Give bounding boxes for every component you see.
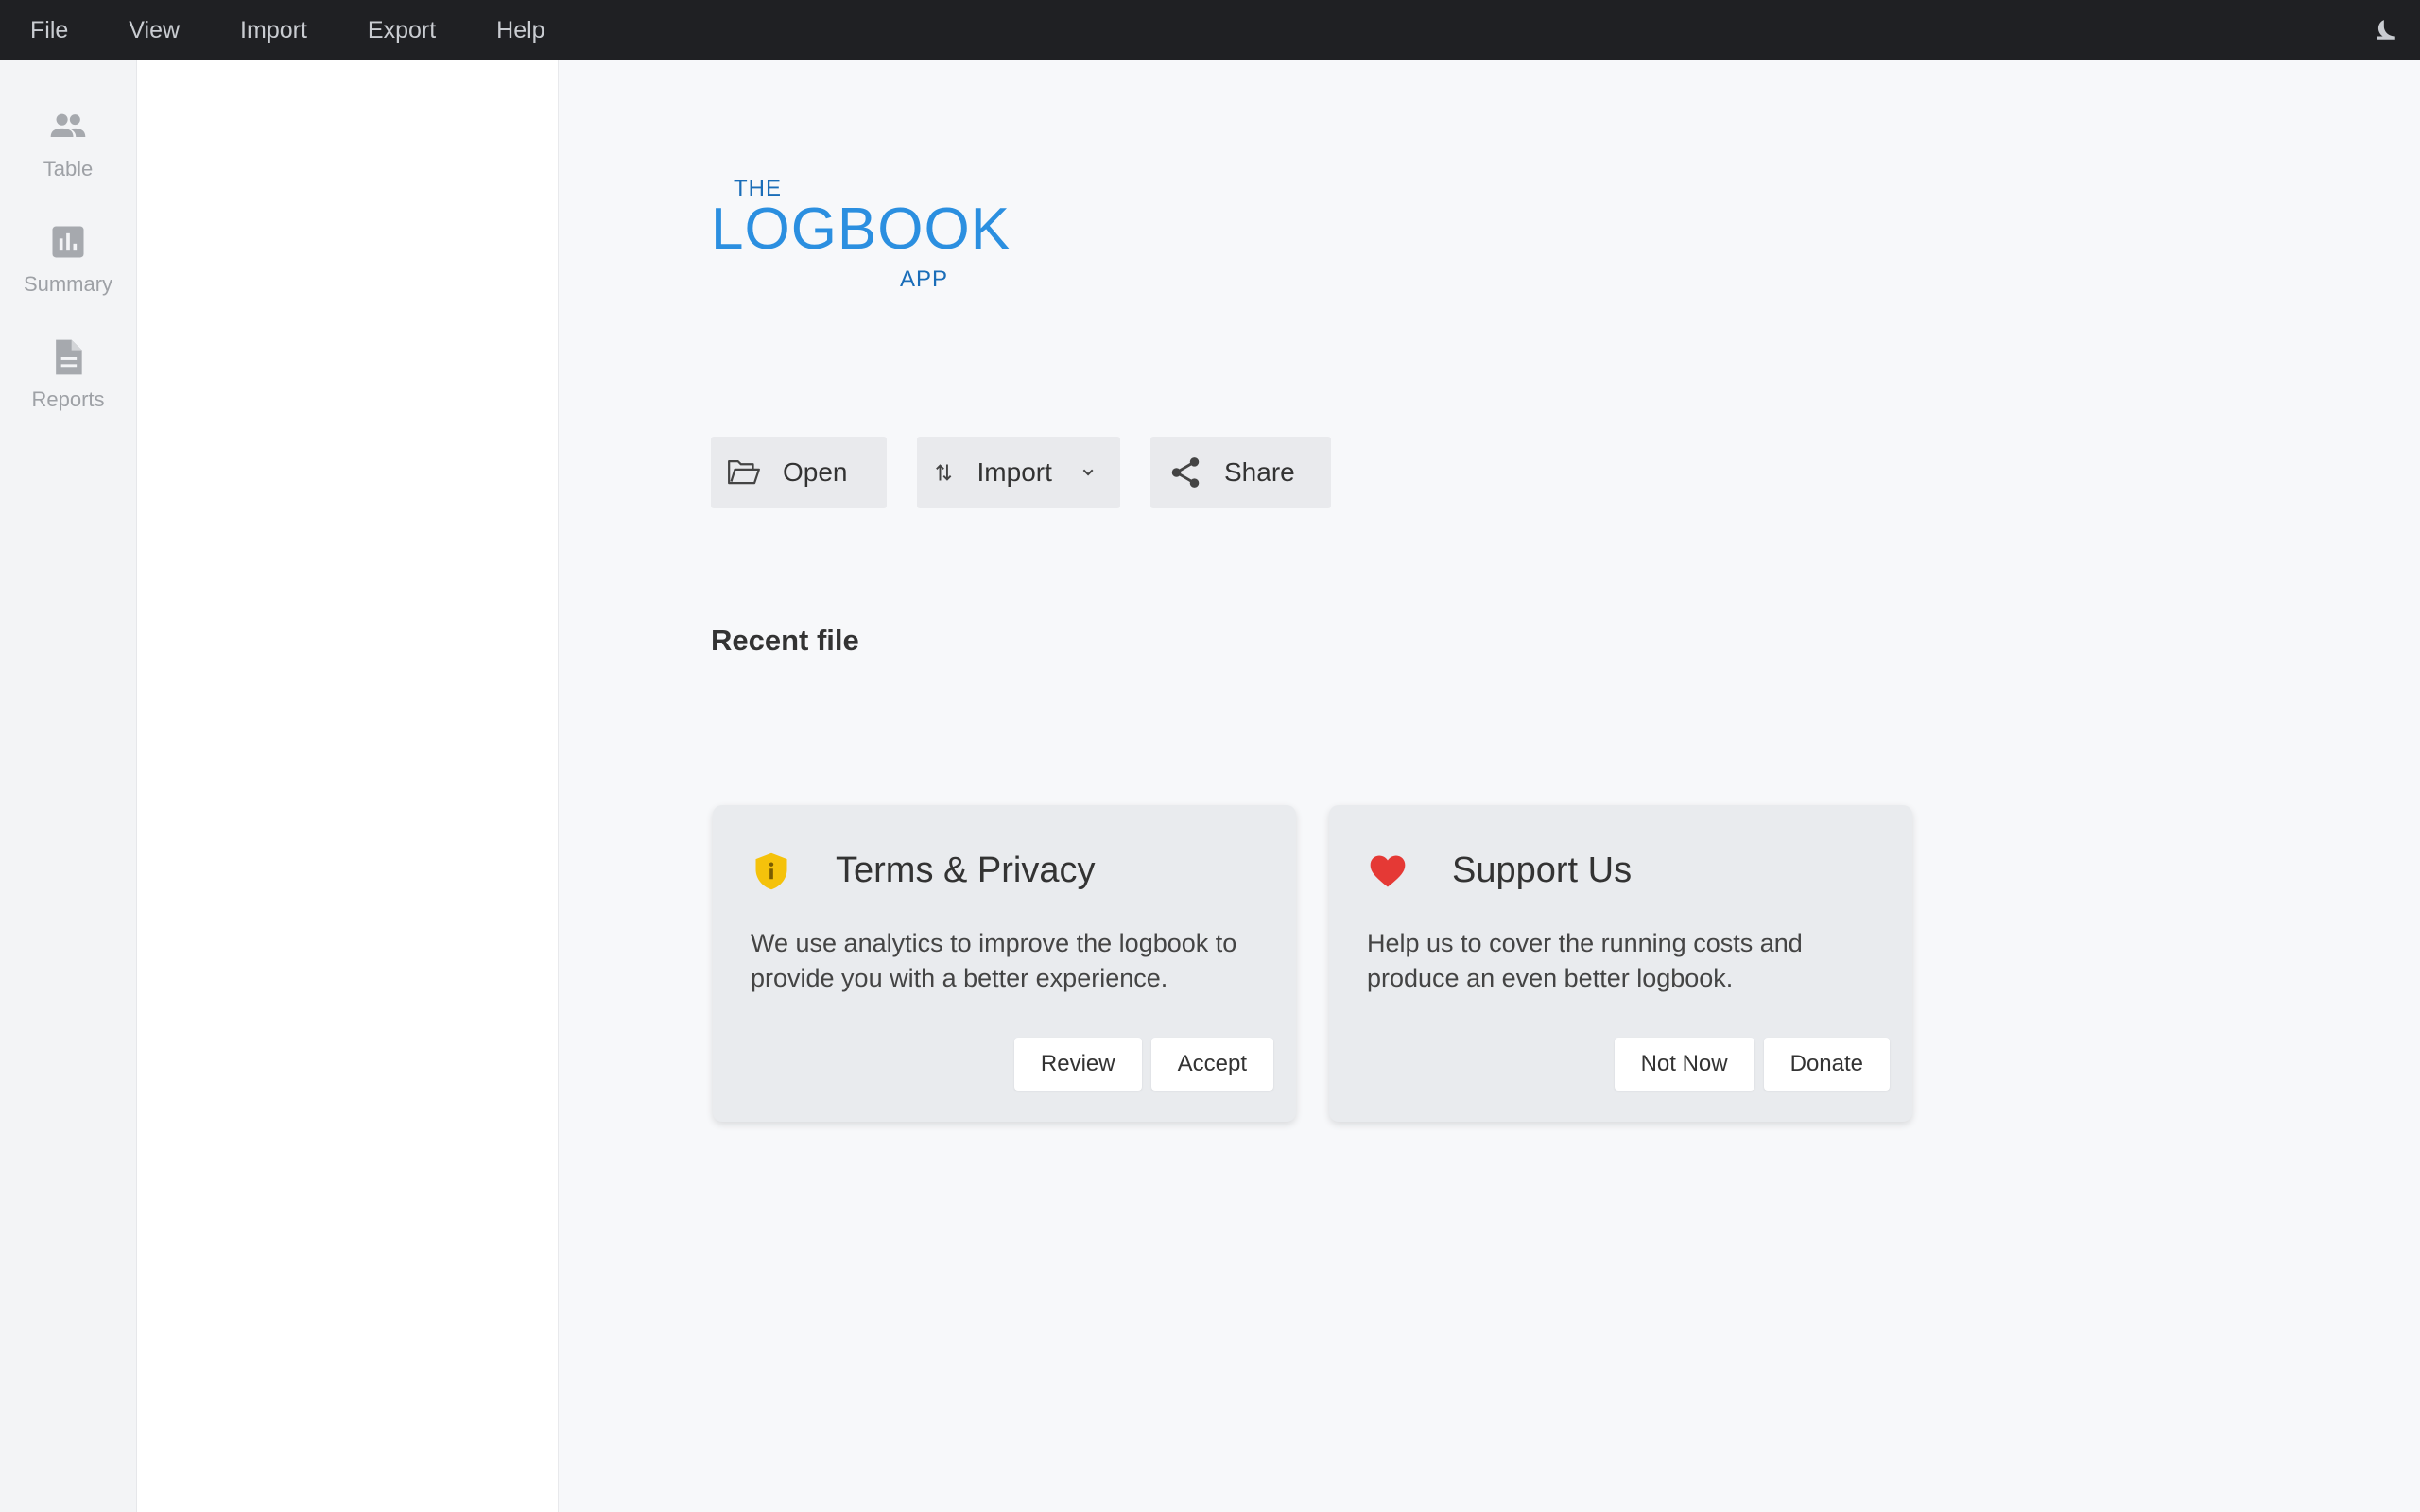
import-button[interactable]: Import bbox=[917, 437, 1120, 508]
people-icon bbox=[50, 113, 86, 137]
support-us-card: Support Us Help us to cover the running … bbox=[1329, 805, 1912, 1122]
share-button[interactable]: Share bbox=[1150, 437, 1331, 508]
logo-app-text: APP bbox=[900, 266, 949, 292]
terms-card-text: We use analytics to improve the logbook … bbox=[751, 929, 1237, 992]
terms-privacy-card: Terms & Privacy We use analytics to impr… bbox=[713, 805, 1296, 1122]
bar-chart-icon bbox=[52, 226, 84, 258]
terms-card-buttons: Review Accept bbox=[1013, 1038, 1273, 1091]
app-logo: THE LOGBOOK APP bbox=[711, 172, 1013, 295]
support-card-title: Support Us bbox=[1452, 850, 1633, 890]
rail-item-summary[interactable]: Summary bbox=[0, 221, 136, 336]
share-label: Share bbox=[1224, 457, 1295, 487]
rail-item-reports[interactable]: Reports bbox=[0, 336, 136, 452]
folder-open-icon bbox=[728, 460, 760, 485]
side-panel bbox=[137, 60, 559, 1512]
menu-view[interactable]: View bbox=[98, 0, 210, 60]
menu-file[interactable]: File bbox=[0, 0, 98, 60]
support-card-buttons: Not Now Donate bbox=[1614, 1038, 1890, 1091]
donate-button[interactable]: Donate bbox=[1763, 1038, 1890, 1091]
review-button[interactable]: Review bbox=[1013, 1038, 1142, 1091]
accept-button[interactable]: Accept bbox=[1150, 1038, 1273, 1091]
import-label: Import bbox=[977, 457, 1052, 487]
swap-vertical-icon bbox=[936, 464, 952, 481]
rail-label-table: Table bbox=[43, 157, 94, 180]
rail-item-table[interactable]: Table bbox=[0, 106, 136, 221]
rail-label-reports: Reports bbox=[31, 387, 105, 411]
logo-main-text: LOGBOOK bbox=[711, 197, 1011, 262]
chevron-down-icon[interactable] bbox=[1080, 461, 1096, 484]
open-label: Open bbox=[783, 457, 848, 487]
menu-help[interactable]: Help bbox=[466, 0, 575, 60]
support-card-text: Help us to cover the running costs and p… bbox=[1367, 929, 1803, 992]
not-now-button[interactable]: Not Now bbox=[1614, 1038, 1754, 1091]
open-button[interactable]: Open bbox=[711, 437, 887, 508]
rail-label-summary: Summary bbox=[23, 272, 113, 296]
nav-rail: Table Summary Reports bbox=[0, 60, 137, 1512]
document-icon bbox=[56, 339, 82, 375]
heart-icon bbox=[1370, 855, 1406, 887]
action-bar: Open Import Share bbox=[711, 437, 1331, 508]
shield-info-icon bbox=[755, 852, 787, 890]
menu-bar: File View Import Export Help bbox=[0, 0, 2420, 60]
menu-import[interactable]: Import bbox=[210, 0, 337, 60]
terms-card-title: Terms & Privacy bbox=[836, 850, 1096, 890]
main-content: THE LOGBOOK APP Open Import Share Recent… bbox=[559, 60, 2420, 1512]
moon-icon bbox=[2377, 20, 2395, 40]
menu-export[interactable]: Export bbox=[337, 0, 466, 60]
recent-file-heading: Recent file bbox=[711, 624, 859, 657]
share-icon bbox=[1171, 457, 1200, 488]
theme-toggle-button[interactable] bbox=[2371, 15, 2401, 45]
